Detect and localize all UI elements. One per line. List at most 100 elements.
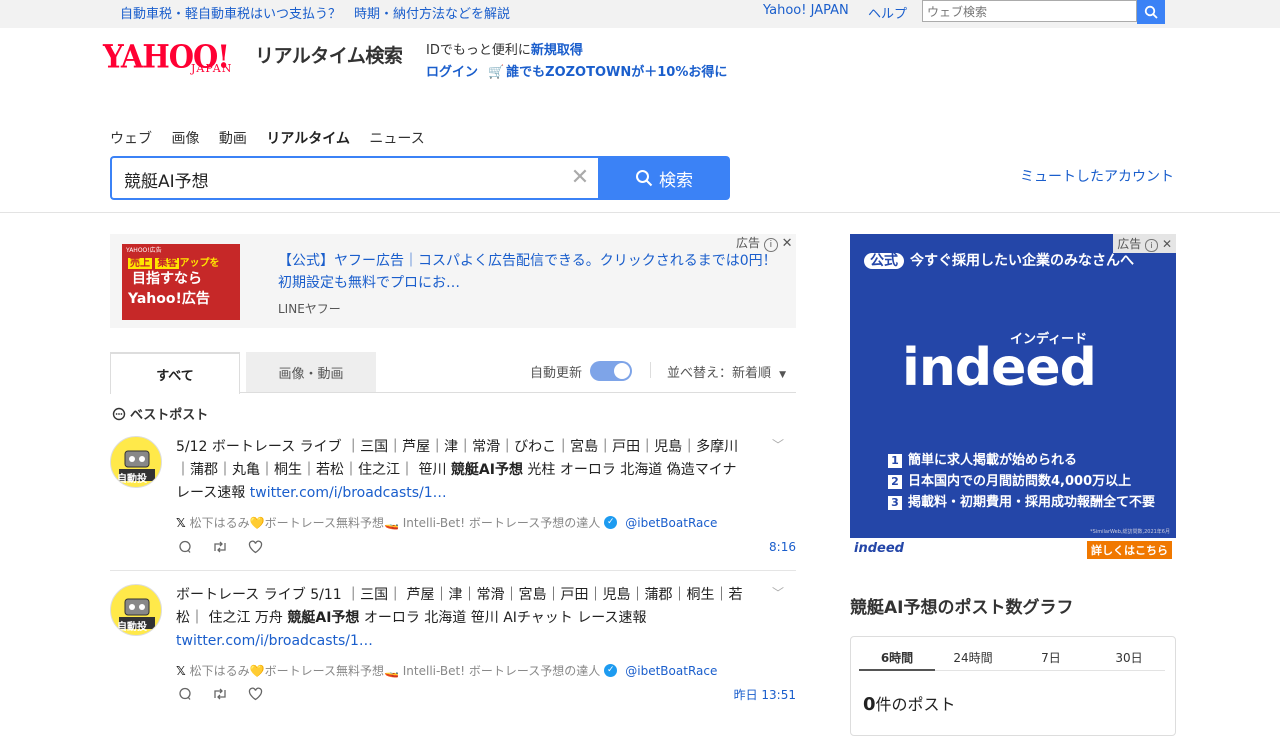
zozotown-promo-link[interactable]: 誰でもZOZOTOWNが＋10%お得に [506,65,727,80]
ad-sponsor: LINEヤフー [278,302,341,316]
graph-active-underline [859,669,935,671]
ad-image-line3: Yahoo!広告 [128,291,210,307]
retweet-icon[interactable] [212,687,228,701]
best-posts-label: ベストポスト [130,408,209,423]
auto-update-label: 自動更新 [530,366,583,381]
indeed-side-ad[interactable]: 広告 i ✕ 公式 今すぐ採用したい企業のみなさんへ インディード indeed … [850,234,1176,562]
post-link[interactable]: twitter.com/i/broadcasts/1… [176,633,373,649]
post-time[interactable]: 8:16 [769,540,796,554]
post-actions [178,687,263,701]
post-author[interactable]: 𝕏 松下はるみ💛ボートレース無料予想🚤 Intelli-Bet! ボートレース予… [176,662,717,679]
avatar[interactable]: 自動投 [110,584,162,636]
ad-image-tiny-text: YAHOO!広告 [126,247,162,254]
header-promo: IDでもっと便利に新規取得 ログイン 🛒 誰でもZOZOTOWNが＋10%お得に [426,40,727,84]
side-ad-cta-button[interactable]: 詳しくはこちら [1087,541,1172,559]
post-graph-box: 6時間 24時間 7日 30日 0件のポスト [850,636,1176,736]
post-graph-title: 競艇AI予想のポスト数グラフ [850,598,1074,618]
top-notice-link[interactable]: 自動車税・軽自動車税はいつ支払う？ 時期・納付方法などを解説 [120,3,510,22]
close-icon[interactable]: ✕ [782,236,793,251]
caret-down-icon: ▼ [779,370,787,380]
ad-image[interactable]: YAHOO!広告 売上 集客 アップを 目指すなら Yahoo!広告 [122,244,240,320]
x-logo-icon: 𝕏 [176,515,186,530]
graph-tab-24h[interactable]: 24時間 [935,649,1011,666]
indeed-footer-logo: indeed [854,541,904,556]
side-ad-footer: indeed 詳しくはこちら [850,538,1176,562]
logo-subtext: JAPAN [191,62,233,75]
search-type-nav: ウェブ 画像 動画 リアルタイム ニュース [110,128,440,148]
realtime-search-input[interactable] [122,166,556,192]
help-link[interactable]: ヘルプ [868,3,907,22]
author-handle: @ibetBoatRace [625,515,718,530]
login-link[interactable]: ログイン [426,65,478,80]
sort-separator [650,362,651,378]
like-icon[interactable] [248,687,263,701]
web-search-button[interactable] [1137,0,1165,24]
nav-realtime[interactable]: リアルタイム [266,131,350,147]
yahoo-japan-logo[interactable]: YAHOO! JAPAN [103,38,253,82]
post-text: ボートレース ライブ 5/11 ｜三国｜ 芦屋｜津｜常滑｜宮島｜戸田｜児島｜蒲郡… [176,587,743,649]
search-button[interactable]: 検索 [598,156,730,200]
like-icon[interactable] [248,540,263,554]
search-icon [1144,5,1158,19]
realtime-search-box: ✕ [110,156,600,200]
graph-tab-30d[interactable]: 30日 [1091,649,1167,666]
tab-images-videos[interactable]: 画像・動画 [246,352,376,392]
chevron-down-icon[interactable]: ﹀ [772,584,784,601]
ad-headline-link[interactable]: 【公式】ヤフー広告｜コスパよく広告配信できる。クリックされるまでは0円！初期設定… [278,250,784,294]
nav-images[interactable]: 画像 [171,131,199,147]
clear-icon[interactable]: ✕ [568,166,592,190]
best-posts-heading: ベストポスト [112,404,208,423]
web-search-input[interactable] [923,2,1136,22]
post-text: 5/12 ボートレース ライブ ｜三国｜芦屋｜津｜常滑｜びわこ｜宮島｜戸田｜児島… [176,439,739,501]
sort-dropdown[interactable]: 並べ替え：新着順 ▼ [667,362,786,381]
yahoo-japan-link[interactable]: Yahoo! JAPAN [763,3,849,18]
nav-video[interactable]: 動画 [219,131,247,147]
retweet-icon[interactable] [212,540,228,554]
reply-icon[interactable] [178,687,192,701]
post-author[interactable]: 𝕏 松下はるみ💛ボートレース無料予想🚤 Intelli-Bet! ボートレース予… [176,514,717,531]
web-search-box [922,0,1137,22]
muted-accounts-link[interactable]: ミュートしたアカウント [1020,166,1174,186]
promo-text: IDでもっと便利に [426,43,531,58]
speech-bubble-icon [112,407,126,420]
avatar[interactable]: 自動投 [110,436,162,488]
x-logo-icon: 𝕏 [176,663,186,678]
side-ad-headline: 公式 今すぐ採用したい企業のみなさんへ [864,250,1134,270]
side-ad-fine-print: *SimilarWeb,総訪問数,2021年6月 [1090,529,1170,535]
post-link[interactable]: twitter.com/i/broadcasts/1… [250,485,447,501]
author-handle: @ibetBoatRace [625,663,718,678]
side-ad-points: 1 簡単に求人掲載が始められる 2 日本国内での月間訪問数4,000万以上 3 掲載料… [888,450,1155,513]
sponsored-ad[interactable]: YAHOO!広告 売上 集客 アップを 目指すなら Yahoo!広告 【公式】ヤフ… [110,234,796,328]
post-separator [110,570,796,571]
reply-icon[interactable] [178,540,192,554]
search-icon [636,170,653,187]
info-icon[interactable]: i [763,238,778,252]
verified-badge-icon: ✓ [604,664,618,677]
author-name: 松下はるみ💛ボートレース無料予想🚤 Intelli-Bet! ボートレース予想の… [189,516,601,530]
post-time[interactable]: 昨日 13:51 [734,686,796,703]
ad-image-line2: 目指すなら [132,271,202,287]
graph-tab-6h[interactable]: 6時間 [859,649,935,666]
cart-icon: 🛒 [488,65,505,80]
chevron-down-icon[interactable]: ﹀ [772,436,784,453]
header-divider [0,212,1280,213]
graph-tab-7d[interactable]: 7日 [1013,649,1089,666]
tab-all[interactable]: すべて [110,352,240,394]
post-item: 自動投 ボートレース ライブ 5/11 ｜三国｜ 芦屋｜津｜常滑｜宮島｜戸田｜児… [110,584,796,714]
nav-news[interactable]: ニュース [369,131,424,147]
search-button-label: 検索 [659,170,693,191]
toggle-knob [614,363,630,379]
ad-label-text: 広告 [736,236,761,250]
author-name: 松下はるみ💛ボートレース無料予想🚤 Intelli-Bet! ボートレース予想の… [189,664,601,678]
post-actions [178,540,263,554]
indeed-logo: indeed [902,338,1097,398]
info-icon[interactable]: i [1145,239,1159,252]
sort-label: 並べ替え：新着順 [667,366,772,381]
nav-web[interactable]: ウェブ [110,131,152,147]
close-icon[interactable]: ✕ [1162,237,1172,251]
post-item: 自動投 5/12 ボートレース ライブ ｜三国｜芦屋｜津｜常滑｜びわこ｜宮島｜戸… [110,436,796,571]
verified-badge-icon: ✓ [604,516,618,529]
side-ad-label-text: 広告 [1117,237,1142,251]
auto-update-toggle[interactable] [590,361,632,381]
signup-link[interactable]: 新規取得 [531,43,583,58]
